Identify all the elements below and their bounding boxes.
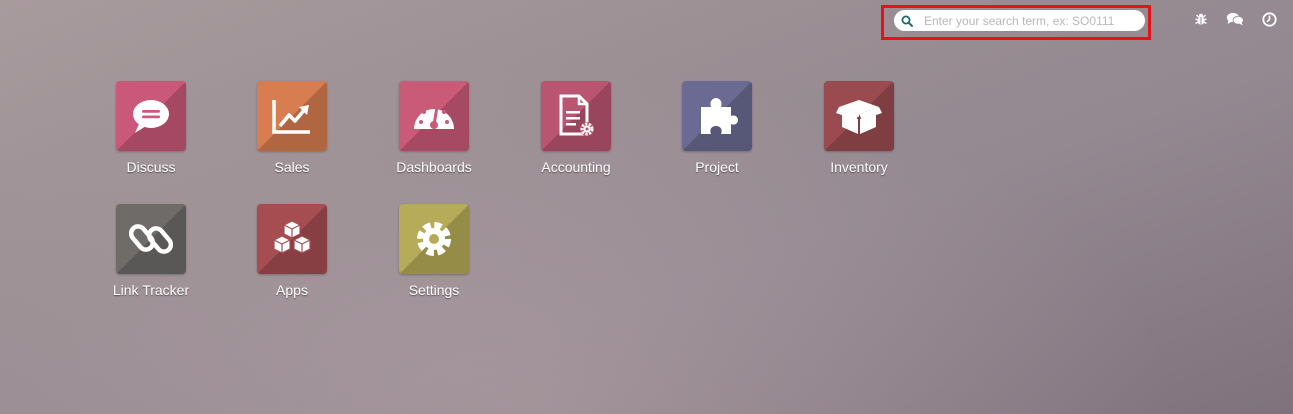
gauge-icon xyxy=(399,81,469,151)
cubes-icon xyxy=(257,204,327,274)
app-label: Dashboards xyxy=(396,159,472,175)
app-accounting[interactable]: Accounting xyxy=(505,81,647,175)
app-label: Discuss xyxy=(126,159,176,175)
app-discuss[interactable]: Discuss xyxy=(80,81,222,175)
box-icon xyxy=(824,81,894,151)
search-bar[interactable] xyxy=(894,10,1145,31)
link-icon xyxy=(116,204,186,274)
document-gear-icon xyxy=(541,81,611,151)
chart-line-icon xyxy=(257,81,327,151)
app-settings[interactable]: Settings xyxy=(363,204,505,298)
app-project[interactable]: Project xyxy=(646,81,788,175)
app-sales[interactable]: Sales xyxy=(221,81,363,175)
search-input[interactable] xyxy=(924,13,1139,28)
app-dashboards[interactable]: Dashboards xyxy=(363,81,505,175)
app-label: Project xyxy=(695,159,739,175)
app-label: Sales xyxy=(274,159,310,175)
clock-icon[interactable] xyxy=(1258,10,1280,28)
app-label: Settings xyxy=(408,282,460,298)
app-label: Accounting xyxy=(541,159,611,175)
app-inventory[interactable]: Inventory xyxy=(788,81,930,175)
app-label: Link Tracker xyxy=(112,282,190,298)
app-label: Inventory xyxy=(830,159,888,175)
bug-icon[interactable] xyxy=(1190,10,1212,28)
chat-icon[interactable] xyxy=(1224,10,1246,28)
app-label: Apps xyxy=(276,282,308,298)
puzzle-icon xyxy=(682,81,752,151)
chat-bubble-icon xyxy=(116,81,186,151)
search-icon xyxy=(900,14,914,28)
gear-icon xyxy=(399,204,469,274)
app-apps[interactable]: Apps xyxy=(221,204,363,298)
app-link-tracker[interactable]: Link Tracker xyxy=(80,204,222,298)
